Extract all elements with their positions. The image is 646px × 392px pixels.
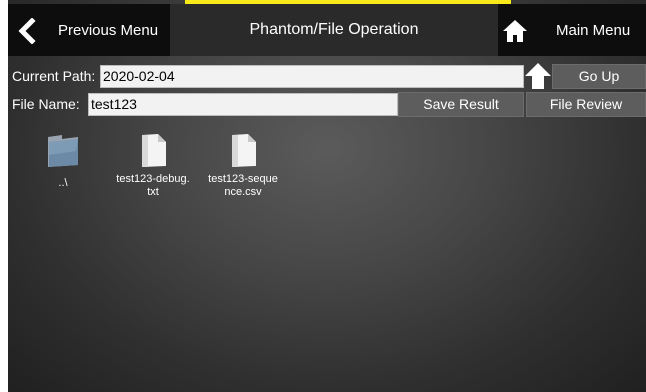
folder-icon (48, 135, 78, 167)
current-path-value: 2020-02-04 (103, 68, 175, 84)
previous-menu-button[interactable]: Previous Menu (8, 4, 170, 56)
file-name-field[interactable]: test123 (88, 93, 398, 116)
file-item-name-line1: test123-seque (208, 173, 278, 185)
file-item-parent-folder[interactable]: ..\ (18, 133, 108, 190)
file-item-name: ..\ (58, 177, 68, 189)
document-icon (142, 134, 166, 167)
file-review-label: File Review (549, 96, 623, 112)
current-path-field[interactable]: 2020-02-04 (100, 65, 524, 88)
go-up-label: Go Up (578, 68, 620, 84)
file-name-value: test123 (91, 96, 137, 112)
chevron-left-icon (18, 18, 36, 44)
main-menu-button[interactable]: Main Menu (498, 4, 646, 56)
home-icon (503, 20, 527, 42)
main-menu-label: Main Menu (556, 22, 631, 39)
page-title: Phantom/File Operation (249, 21, 419, 38)
app-window: Previous Menu Phantom/File Operation Mai… (8, 0, 646, 392)
file-review-button[interactable]: File Review (526, 92, 646, 117)
go-up-button[interactable]: Go Up (552, 64, 646, 89)
file-name-label: File Name: (12, 96, 80, 112)
up-arrow-icon[interactable] (524, 62, 552, 90)
file-item-name-line2: txt (147, 186, 159, 198)
previous-menu-label: Previous Menu (58, 22, 159, 39)
save-result-label: Save Result (423, 96, 499, 112)
save-result-button[interactable]: Save Result (398, 92, 524, 117)
file-item-sequence-csv[interactable]: test123-seque nce.csv (198, 133, 288, 199)
current-path-label: Current Path: (12, 68, 96, 84)
file-item-name-line2: nce.csv (224, 186, 262, 198)
file-item-debug-txt[interactable]: test123-debug. txt (108, 133, 198, 199)
file-item-name-line1: test123-debug. (116, 173, 190, 185)
document-icon (232, 134, 256, 167)
